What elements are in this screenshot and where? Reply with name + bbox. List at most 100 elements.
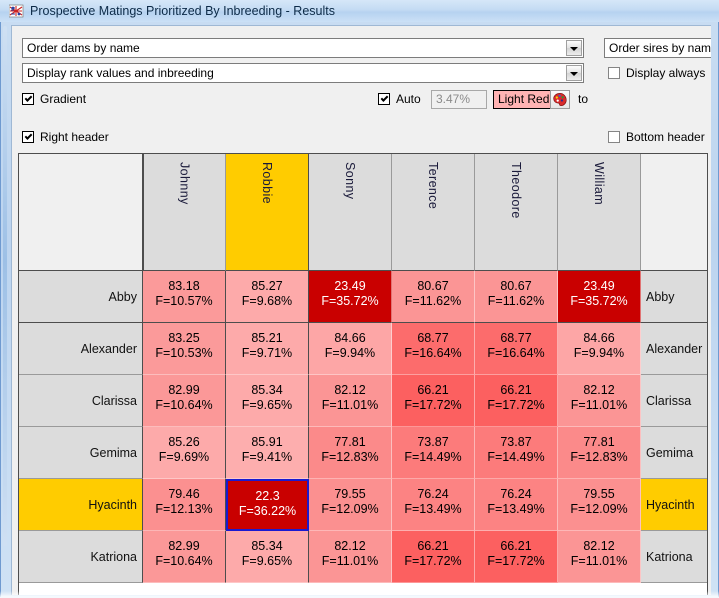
data-cell[interactable]: 82.99 F=10.64%: [143, 531, 226, 583]
display-mode-combo[interactable]: Display rank values and inbreeding: [22, 63, 584, 83]
row-header-right-katriona[interactable]: Katriona: [641, 531, 707, 583]
data-cell[interactable]: 85.21 F=9.71%: [226, 323, 309, 375]
cell-inbreeding-value: F=35.72%: [570, 294, 628, 308]
row-header-label: Clarissa: [91, 393, 137, 408]
cell-inbreeding-value: F=9.68%: [241, 294, 293, 308]
data-cell[interactable]: 79.55 F=12.09%: [558, 479, 641, 531]
data-cell[interactable]: 82.12 F=11.01%: [309, 375, 392, 427]
data-cell[interactable]: 83.18 F=10.57%: [143, 271, 226, 323]
bottom-fade: [0, 591, 719, 598]
chevron-down-icon[interactable]: [566, 65, 582, 81]
cell-rank-value: 79.55: [583, 487, 615, 501]
data-cell[interactable]: 66.21 F=17.72%: [392, 531, 475, 583]
data-cell[interactable]: 76.24 F=13.49%: [475, 479, 558, 531]
data-cell[interactable]: 85.26 F=9.69%: [143, 427, 226, 479]
data-cell[interactable]: 85.34 F=9.65%: [226, 531, 309, 583]
data-cell[interactable]: 77.81 F=12.83%: [558, 427, 641, 479]
data-cell[interactable]: 79.55 F=12.09%: [309, 479, 392, 531]
to-label: to: [578, 92, 589, 106]
data-cell[interactable]: 76.24 F=13.49%: [392, 479, 475, 531]
cell-inbreeding-value: F=10.53%: [155, 346, 213, 360]
row-header-hyacinth[interactable]: Hyacinth: [19, 479, 143, 531]
data-cell[interactable]: 73.87 F=14.49%: [392, 427, 475, 479]
data-cell[interactable]: 80.67 F=11.62%: [392, 271, 475, 323]
row-header-clarissa[interactable]: Clarissa: [19, 375, 143, 427]
grid-corner-right: [641, 154, 707, 271]
column-header-label: Theodore: [509, 162, 523, 219]
cell-rank-value: 85.34: [251, 539, 283, 553]
cell-rank-value: 85.27: [251, 279, 283, 293]
row-header-right-alexander[interactable]: Alexander: [641, 323, 707, 375]
column-header-label: Sonny: [343, 162, 357, 200]
column-header-theodore[interactable]: Theodore: [475, 154, 558, 271]
threshold-field[interactable]: 3.47%: [431, 90, 487, 109]
data-cell[interactable]: 66.21 F=17.72%: [475, 531, 558, 583]
row-header-alexander[interactable]: Alexander: [19, 323, 143, 375]
dam-order-combo[interactable]: Order dams by name: [22, 38, 584, 58]
data-cell[interactable]: 82.12 F=11.01%: [558, 375, 641, 427]
data-cell[interactable]: 85.91 F=9.41%: [226, 427, 309, 479]
color-palette-button[interactable]: [550, 90, 570, 109]
data-cell[interactable]: 77.81 F=12.83%: [309, 427, 392, 479]
row-header-right-abby[interactable]: Abby: [641, 271, 707, 323]
cell-inbreeding-value: F=12.83%: [570, 450, 628, 464]
row-header-gemima[interactable]: Gemima: [19, 427, 143, 479]
cell-inbreeding-value: F=12.09%: [570, 502, 628, 516]
column-header-sonny[interactable]: Sonny: [309, 154, 392, 271]
data-cell[interactable]: 83.25 F=10.53%: [143, 323, 226, 375]
data-cell[interactable]: 82.99 F=10.64%: [143, 375, 226, 427]
row-header-katriona[interactable]: Katriona: [19, 531, 143, 583]
column-header-william[interactable]: William: [558, 154, 641, 271]
cell-rank-value: 85.26: [168, 435, 200, 449]
column-header-robbie[interactable]: Robbie: [226, 154, 309, 271]
cell-rank-value: 82.12: [334, 383, 366, 397]
data-cell[interactable]: 85.34 F=9.65%: [226, 375, 309, 427]
cell-rank-value: 82.99: [168, 539, 200, 553]
data-cell[interactable]: 66.21 F=17.72%: [392, 375, 475, 427]
data-cell[interactable]: 82.12 F=11.01%: [309, 531, 392, 583]
data-cell[interactable]: 22.3 F=36.22%: [226, 479, 309, 531]
cell-rank-value: 82.12: [583, 383, 615, 397]
cell-inbreeding-value: F=13.49%: [487, 502, 545, 516]
data-cell[interactable]: 66.21 F=17.72%: [475, 375, 558, 427]
color-palette-icon: [553, 93, 567, 106]
checkbox-box: [22, 131, 34, 143]
data-cell[interactable]: 84.66 F=9.94%: [558, 323, 641, 375]
cell-inbreeding-value: F=35.72%: [321, 294, 379, 308]
data-cell[interactable]: 73.87 F=14.49%: [475, 427, 558, 479]
cell-rank-value: 66.21: [417, 539, 449, 553]
cell-rank-value: 23.49: [334, 279, 366, 293]
auto-label: Auto: [396, 92, 421, 106]
cell-inbreeding-value: F=9.94%: [324, 346, 376, 360]
data-cell[interactable]: 85.27 F=9.68%: [226, 271, 309, 323]
data-cell[interactable]: 79.46 F=12.13%: [143, 479, 226, 531]
data-cell[interactable]: 84.66 F=9.94%: [309, 323, 392, 375]
data-cell[interactable]: 80.67 F=11.62%: [475, 271, 558, 323]
row-header-abby[interactable]: Abby: [19, 271, 143, 323]
chevron-down-icon[interactable]: [566, 40, 582, 56]
cell-rank-value: 85.34: [251, 383, 283, 397]
row-header-label: Clarissa: [646, 393, 692, 408]
data-cell[interactable]: 82.12 F=11.01%: [558, 531, 641, 583]
sire-order-combo[interactable]: Order sires by name: [604, 38, 711, 58]
row-header-right-hyacinth[interactable]: Hyacinth: [641, 479, 707, 531]
cell-rank-value: 23.49: [583, 279, 615, 293]
data-cell[interactable]: 68.77 F=16.64%: [392, 323, 475, 375]
cell-rank-value: 85.91: [251, 435, 283, 449]
row-header-right-gemima[interactable]: Gemima: [641, 427, 707, 479]
data-cell[interactable]: 23.49 F=35.72%: [309, 271, 392, 323]
cell-inbreeding-value: F=12.83%: [321, 450, 379, 464]
cell-rank-value: 82.12: [583, 539, 615, 553]
column-header-terence[interactable]: Terence: [392, 154, 475, 271]
column-header-johnny[interactable]: Johnny: [143, 154, 226, 271]
cell-rank-value: 84.66: [334, 331, 366, 345]
data-cell[interactable]: 68.77 F=16.64%: [475, 323, 558, 375]
data-cell[interactable]: 23.49 F=35.72%: [558, 271, 641, 323]
matings-grid[interactable]: Johnny Robbie Sonny Terence Theodore William A…: [18, 153, 708, 595]
cell-inbreeding-value: F=16.64%: [487, 346, 545, 360]
row-header-right-clarissa[interactable]: Clarissa: [641, 375, 707, 427]
row-header-label: Alexander: [80, 341, 137, 356]
cell-inbreeding-value: F=9.69%: [158, 450, 210, 464]
row-header-label: Hyacinth: [88, 497, 137, 512]
cell-inbreeding-value: F=17.72%: [487, 554, 545, 568]
